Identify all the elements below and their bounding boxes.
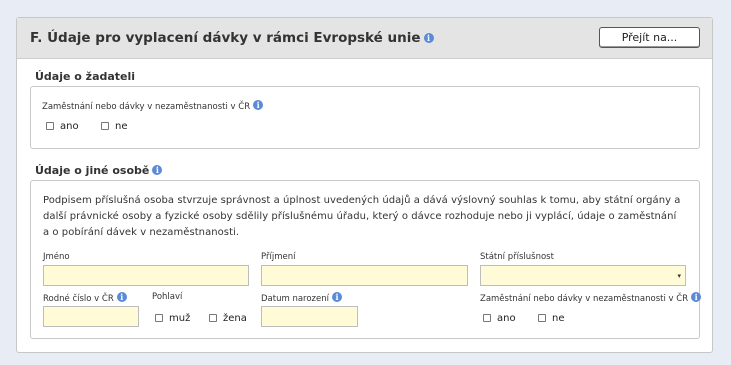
applicant-employment-label: Zaměstnání nebo dávky v nezaměstnanosti … [42,100,264,112]
applicant-no-option[interactable]: ne [101,121,128,132]
gender-female-label: žena [223,313,247,324]
applicant-no-checkbox[interactable] [101,122,109,130]
other-no-label: ne [552,313,565,324]
info-icon[interactable]: i [152,165,163,175]
section-title: F. Údaje pro vyplacení dávky v rámci Evr… [30,30,434,46]
birth-date-input[interactable] [261,306,358,327]
info-icon[interactable]: i [116,292,127,302]
citizenship-select[interactable]: ▾ [480,265,686,286]
info-icon[interactable]: i [423,33,434,43]
last-name-input[interactable] [261,265,468,286]
panel-header: F. Údaje pro vyplacení dávky v rámci Evr… [17,18,712,59]
consent-paragraph: Podpisem příslušná osoba stvrzuje správn… [43,195,681,238]
other-yes-label: ano [497,313,516,324]
gender-label: Pohlaví [152,292,183,302]
applicant-yes-label: ano [60,121,79,132]
info-icon[interactable]: i [691,292,702,302]
info-icon[interactable]: i [332,292,342,302]
section-title-text: F. Údaje pro vyplacení dávky v rámci Evr… [30,30,421,46]
applicant-title: Údaje o žadateli [35,70,136,83]
other-employment-label-text: Zaměstnání nebo dávky v nezaměstnanosti … [480,294,689,304]
other-person-title-text: Údaje o jiné osobě [35,164,150,177]
other-employment-label: Zaměstnání nebo dávky v nezaměstnanosti … [480,292,702,304]
gender-female-option[interactable]: žena [209,313,247,324]
applicant-yes-option[interactable]: ano [46,121,79,132]
goto-button[interactable]: Přejít na... [599,27,700,48]
birth-number-input[interactable] [43,306,139,327]
first-name-input[interactable] [43,265,249,286]
last-name-label: Příjmení [261,252,296,262]
other-person-box: Podpisem příslušná osoba stvrzuje správn… [30,180,702,339]
applicant-no-label: ne [115,121,128,132]
chevron-down-icon[interactable]: ▾ [677,272,681,280]
gender-male-checkbox[interactable] [155,314,163,322]
first-name-label: Jméno [43,252,70,262]
other-person-title: Údaje o jiné osobě i [35,164,163,177]
gender-female-checkbox[interactable] [209,314,217,322]
citizenship-label: Státní příslušnost [480,252,554,262]
other-no-option[interactable]: ne [538,313,565,324]
applicant-employment-label-text: Zaměstnání nebo dávky v nezaměstnanosti … [42,102,251,112]
applicant-yes-checkbox[interactable] [46,122,54,130]
gender-male-option[interactable]: muž [155,313,190,324]
other-yes-checkbox[interactable] [483,314,491,322]
other-no-checkbox[interactable] [538,314,546,322]
applicant-box: Zaměstnání nebo dávky v nezaměstnanosti … [30,86,700,149]
birth-number-label: Rodné číslo v ČR i [43,292,127,304]
gender-male-label: muž [169,313,191,324]
birth-date-label-text: Datum narození [261,294,329,304]
section-panel: F. Údaje pro vyplacení dávky v rámci Evr… [16,17,713,353]
other-yes-option[interactable]: ano [483,313,516,324]
birth-number-label-text: Rodné číslo v ČR [43,294,114,304]
info-icon[interactable]: i [253,100,264,110]
birth-date-label: Datum narození i [261,292,342,304]
